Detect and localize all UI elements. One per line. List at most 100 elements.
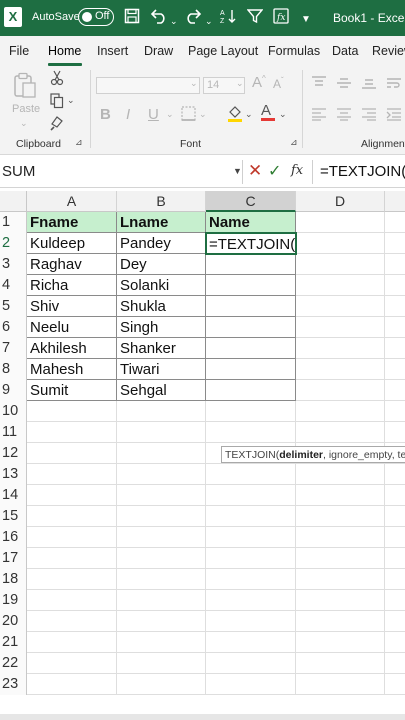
cell-d14[interactable] [296, 485, 385, 506]
align-middle-icon[interactable] [336, 76, 352, 93]
align-left-icon[interactable] [311, 107, 327, 124]
row-header-19[interactable]: 19 [0, 590, 27, 611]
cell-e21[interactable] [385, 632, 405, 653]
tooltip-function[interactable]: TEXTJOIN( [225, 449, 279, 461]
enter-check-icon[interactable]: ✓ [268, 161, 281, 181]
insert-function-icon[interactable]: fx [291, 163, 303, 178]
cell-b4[interactable]: Solanki [117, 275, 206, 296]
copy-icon[interactable] [50, 93, 64, 112]
cell-c8[interactable] [206, 359, 296, 380]
cell-c19[interactable] [206, 590, 296, 611]
cell-a6[interactable]: Neelu [27, 317, 117, 338]
formula-input[interactable]: =TEXTJOIN( [320, 157, 405, 186]
cell-b13[interactable] [117, 464, 206, 485]
font-name-combo[interactable] [96, 77, 200, 94]
cell-c23[interactable] [206, 674, 296, 695]
row-header-11[interactable]: 11 [0, 422, 27, 443]
cell-e2[interactable] [385, 233, 405, 254]
cell-e10[interactable] [385, 401, 405, 422]
cancel-icon[interactable]: ✕ [248, 161, 262, 181]
decrease-font-icon[interactable]: Aˇ [273, 76, 284, 91]
filter-icon[interactable] [246, 8, 264, 29]
cell-e6[interactable] [385, 317, 405, 338]
name-box-dropdown-icon[interactable]: ▼ [233, 166, 242, 176]
row-header-1[interactable]: 1 [0, 212, 27, 233]
cell-e16[interactable] [385, 527, 405, 548]
cell-a15[interactable] [27, 506, 117, 527]
column-header-e[interactable] [385, 191, 405, 212]
cell-d17[interactable] [296, 548, 385, 569]
copy-dropdown-icon[interactable]: ⌄ [67, 95, 75, 106]
cell-b14[interactable] [117, 485, 206, 506]
cell-b6[interactable]: Singh [117, 317, 206, 338]
cell-b15[interactable] [117, 506, 206, 527]
wrap-text-icon[interactable] [386, 76, 402, 93]
underline-dropdown-icon[interactable]: ⌄ [166, 109, 174, 120]
cell-a22[interactable] [27, 653, 117, 674]
row-header-9[interactable]: 9 [0, 380, 27, 401]
cell-c14[interactable] [206, 485, 296, 506]
cell-c15[interactable] [206, 506, 296, 527]
cell-e11[interactable] [385, 422, 405, 443]
row-header-17[interactable]: 17 [0, 548, 27, 569]
cut-icon[interactable] [50, 70, 64, 89]
cell-b5[interactable]: Shukla [117, 296, 206, 317]
row-header-10[interactable]: 10 [0, 401, 27, 422]
active-cell-c2[interactable]: =TEXTJOIN( [205, 232, 297, 255]
cell-d15[interactable] [296, 506, 385, 527]
tab-formulas[interactable]: Formulas [268, 44, 320, 58]
row-header-16[interactable]: 16 [0, 527, 27, 548]
row-header-4[interactable]: 4 [0, 275, 27, 296]
row-header-3[interactable]: 3 [0, 254, 27, 275]
cell-c11[interactable] [206, 422, 296, 443]
cell-a5[interactable]: Shiv [27, 296, 117, 317]
cell-d9[interactable] [296, 380, 385, 401]
cell-b12[interactable] [117, 443, 206, 464]
cell-a2[interactable]: Kuldeep [27, 233, 117, 254]
cell-b1[interactable]: Lname [117, 212, 206, 233]
row-header-21[interactable]: 21 [0, 632, 27, 653]
cell-d11[interactable] [296, 422, 385, 443]
sort-icon[interactable]: AZ [220, 8, 238, 29]
cell-c18[interactable] [206, 569, 296, 590]
cell-a13[interactable] [27, 464, 117, 485]
paste-dropdown-icon[interactable]: ⌄ [20, 118, 28, 129]
cell-d19[interactable] [296, 590, 385, 611]
qat-dropdown-icon[interactable]: ▼ [301, 11, 311, 29]
row-header-15[interactable]: 15 [0, 506, 27, 527]
autosave-toggle[interactable]: Off [78, 8, 114, 26]
cell-a1[interactable]: Fname [27, 212, 117, 233]
name-box[interactable]: SUM [0, 157, 233, 186]
font-color-icon[interactable]: A [261, 102, 275, 121]
align-top-icon[interactable] [311, 76, 327, 93]
tab-draw[interactable]: Draw [144, 44, 173, 58]
underline-icon[interactable]: U [148, 106, 159, 123]
cell-d1[interactable] [296, 212, 385, 233]
paste-label[interactable]: Paste [12, 103, 40, 115]
cell-c6[interactable] [206, 317, 296, 338]
cell-d10[interactable] [296, 401, 385, 422]
cell-b2[interactable]: Pandey [117, 233, 206, 254]
column-header-a[interactable]: A [27, 191, 117, 212]
clipboard-launcher-icon[interactable]: ⊿ [75, 137, 83, 148]
cell-b17[interactable] [117, 548, 206, 569]
cell-d3[interactable] [296, 254, 385, 275]
cell-e17[interactable] [385, 548, 405, 569]
cell-c10[interactable] [206, 401, 296, 422]
cell-e20[interactable] [385, 611, 405, 632]
format-painter-icon[interactable] [49, 115, 65, 134]
cell-e18[interactable] [385, 569, 405, 590]
cell-e7[interactable] [385, 338, 405, 359]
tab-review[interactable]: Review [372, 44, 405, 58]
redo-dropdown-icon[interactable]: ⌄ [205, 12, 213, 30]
row-header-2[interactable]: 2 [0, 233, 27, 254]
cell-a12[interactable] [27, 443, 117, 464]
cell-d2[interactable] [296, 233, 385, 254]
italic-icon[interactable]: I [126, 106, 130, 123]
column-header-d[interactable]: D [296, 191, 385, 212]
cell-a8[interactable]: Mahesh [27, 359, 117, 380]
cell-a23[interactable] [27, 674, 117, 695]
row-header-7[interactable]: 7 [0, 338, 27, 359]
cell-c4[interactable] [206, 275, 296, 296]
row-header-8[interactable]: 8 [0, 359, 27, 380]
